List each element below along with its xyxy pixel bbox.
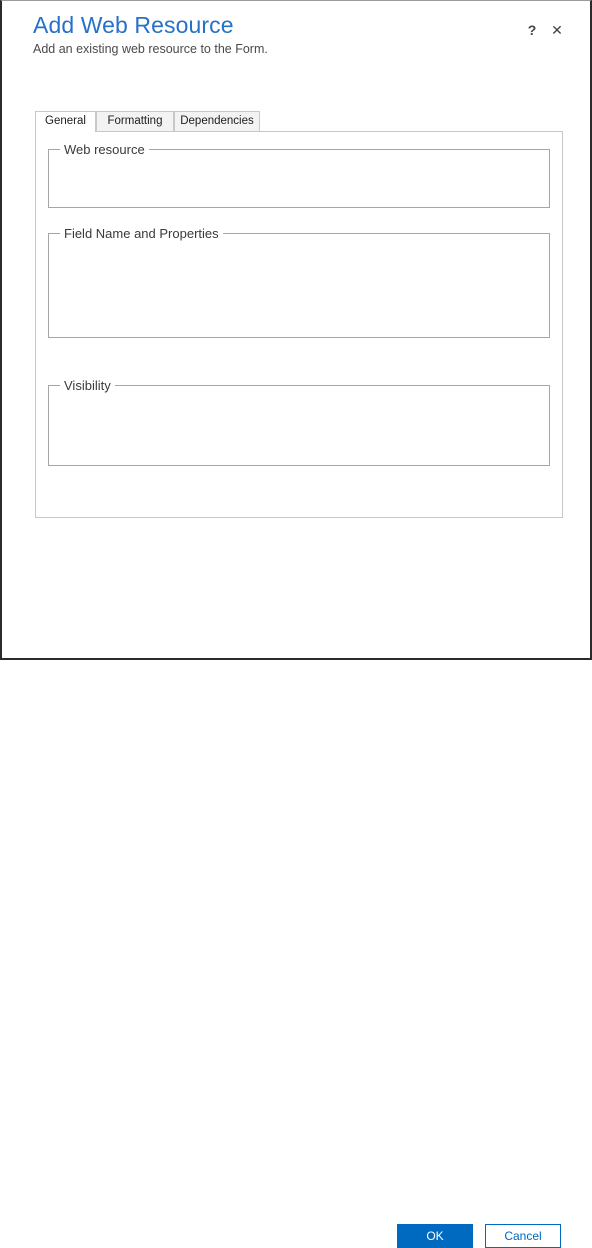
group-field-name-and-properties: Field Name and Properties xyxy=(48,226,550,338)
add-web-resource-dialog: Add Web Resource Add an existing web res… xyxy=(0,0,592,1248)
tab-content-panel: Web resource Field Name and Properties V… xyxy=(35,131,563,518)
group-visibility-title: Visibility xyxy=(60,378,115,393)
group-visibility: Visibility xyxy=(48,378,550,466)
close-icon[interactable]: ✕ xyxy=(548,21,566,39)
tab-general[interactable]: General xyxy=(35,111,96,133)
tabstrip: General Formatting Dependencies xyxy=(35,111,563,133)
dialog-footer: OK Cancel xyxy=(2,598,590,1248)
page-subtitle: Add an existing web resource to the Form… xyxy=(33,42,268,56)
page-title: Add Web Resource xyxy=(33,12,234,38)
tab-dependencies[interactable]: Dependencies xyxy=(174,111,260,132)
tab-formatting[interactable]: Formatting xyxy=(96,111,174,132)
ok-button[interactable]: OK xyxy=(397,1224,473,1248)
group-web-resource: Web resource xyxy=(48,142,550,208)
group-web-resource-title: Web resource xyxy=(60,142,149,157)
help-icon[interactable]: ? xyxy=(523,21,541,39)
dialog-header: Add Web Resource Add an existing web res… xyxy=(2,1,590,93)
cancel-button[interactable]: Cancel xyxy=(485,1224,561,1248)
group-field-name-and-properties-title: Field Name and Properties xyxy=(60,226,223,241)
